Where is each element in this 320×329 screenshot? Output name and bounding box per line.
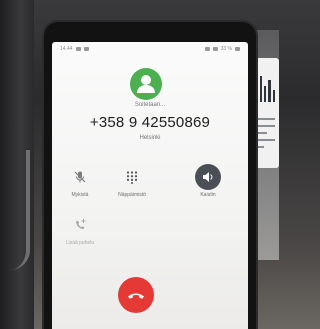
add-call-label: Lisää puhelu xyxy=(65,240,95,246)
hang-up-icon xyxy=(128,293,144,299)
speaker-label: Kaiutin xyxy=(200,192,216,198)
mute-button[interactable]: Mykistä xyxy=(60,164,100,198)
mute-label: Mykistä xyxy=(71,192,89,198)
call-status-icon xyxy=(83,47,89,51)
person-icon xyxy=(137,75,155,93)
cable xyxy=(6,150,30,270)
phone-number: +358 9 42550869 xyxy=(89,114,211,131)
status-time: 14.44 xyxy=(60,46,73,52)
speaker-button[interactable]: Kaiutin xyxy=(188,164,228,198)
contact-avatar xyxy=(130,68,162,100)
keypad-button[interactable]: Näppäimistö xyxy=(112,164,152,198)
end-call-button[interactable] xyxy=(118,277,154,313)
phone-screen: 14.44 33 % Soitetaan... +358 9 42550869 … xyxy=(52,42,248,329)
status-bar: 14.44 33 % xyxy=(52,42,248,56)
mic-off-icon xyxy=(67,164,93,190)
vibrate-icon xyxy=(204,47,210,51)
add-call-icon xyxy=(67,212,93,238)
speaker-icon xyxy=(195,164,221,190)
add-call-button[interactable]: Lisää puhelu xyxy=(60,212,100,246)
dialpad-icon xyxy=(119,164,145,190)
notification-icon xyxy=(75,47,81,51)
call-state: Soitetaan... xyxy=(134,102,166,108)
keypad-label: Näppäimistö xyxy=(118,192,146,198)
signal-icon xyxy=(212,47,218,51)
caller-location: Helsinki xyxy=(139,135,161,141)
battery-icon xyxy=(235,47,240,51)
battery-percent: 33 % xyxy=(220,46,232,52)
